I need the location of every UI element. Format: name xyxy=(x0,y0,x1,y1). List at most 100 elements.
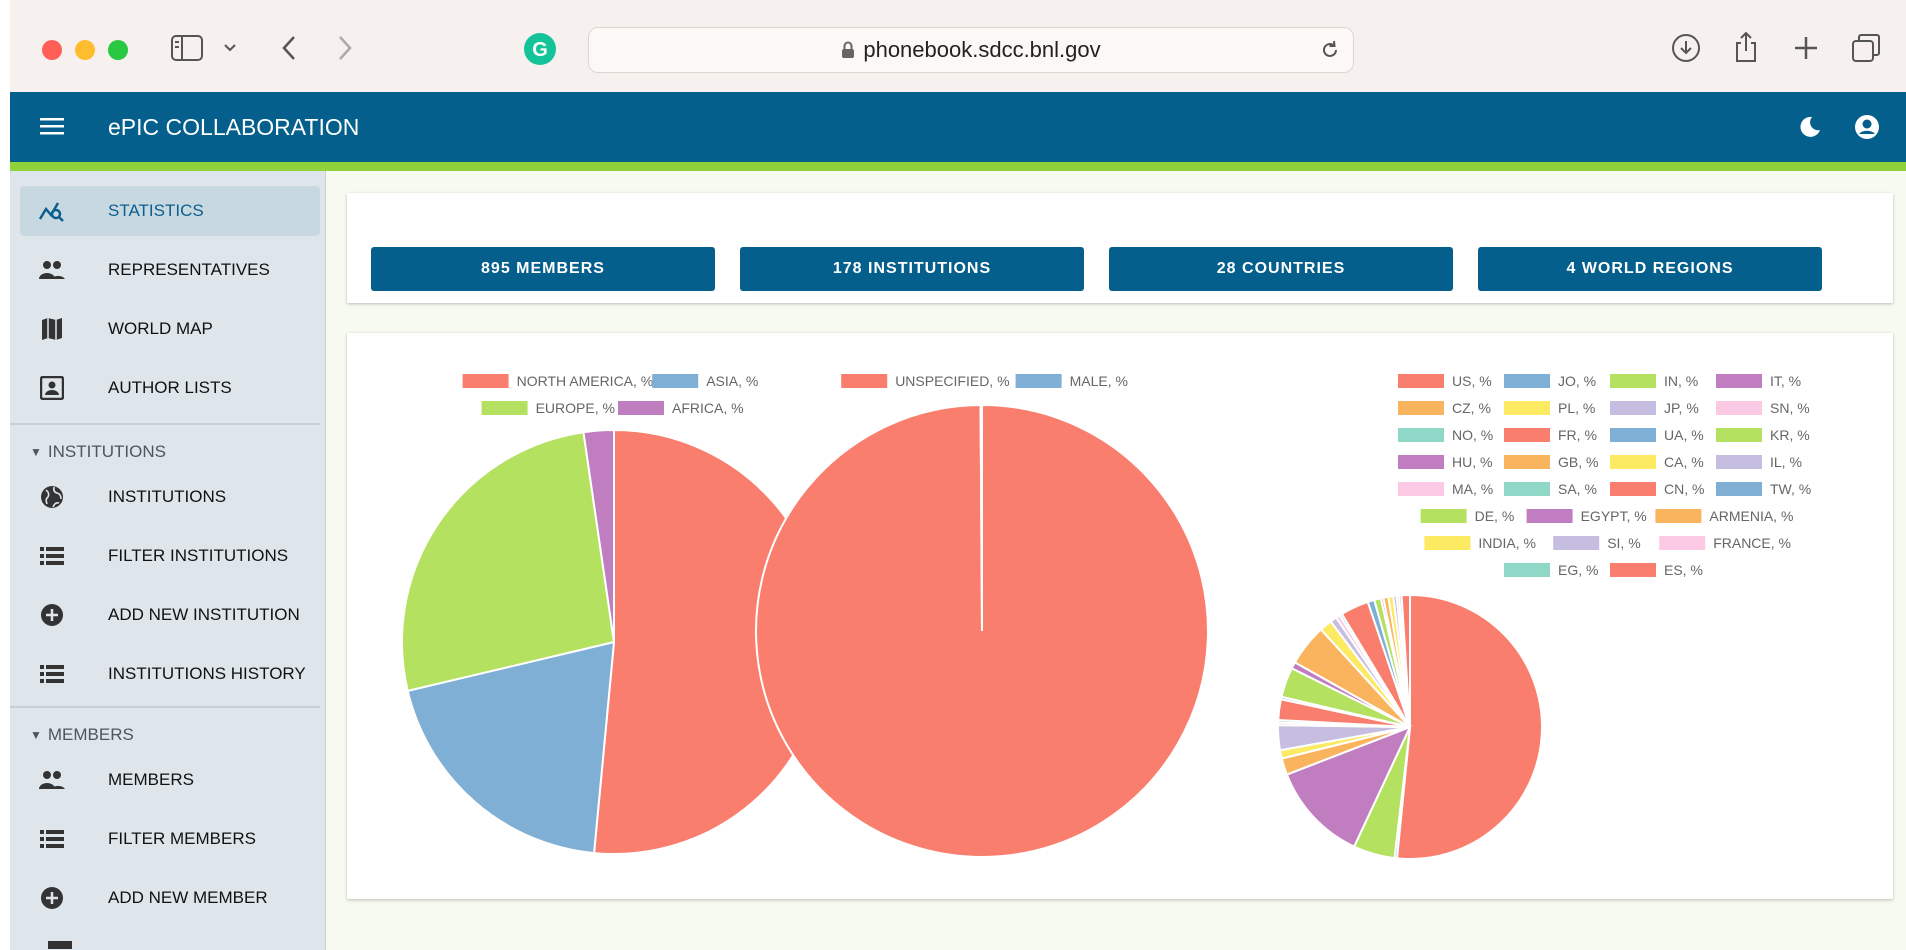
legend-swatch xyxy=(1610,374,1656,388)
sidebar-item-label: WORLD MAP xyxy=(108,319,213,338)
gender-pie-chart: UNSPECIFIED, % MALE, % xyxy=(755,373,1209,858)
add-icon xyxy=(38,884,66,912)
countries-count-button[interactable]: 28 COUNTRIES xyxy=(1109,247,1453,291)
sidebar-item-statistics[interactable]: STATISTICS xyxy=(20,186,320,236)
legend-swatch xyxy=(618,401,664,415)
reload-icon[interactable] xyxy=(1319,39,1341,61)
legend-item-label[interactable]: UNSPECIFIED, % xyxy=(895,373,1009,389)
pie-slice[interactable] xyxy=(1395,593,1543,860)
legend-item-label[interactable]: UA, % xyxy=(1664,427,1704,443)
legend-item-label[interactable]: PL, % xyxy=(1558,400,1595,416)
legend-item-label[interactable]: IT, % xyxy=(1770,373,1801,389)
legend-item-label[interactable]: FRANCE, % xyxy=(1713,535,1791,551)
sidebar-item-institutions-history[interactable]: INSTITUTIONS HISTORY xyxy=(20,649,320,699)
institutions-section-header[interactable]: ▼ INSTITUTIONS xyxy=(30,437,320,467)
legend-item-label[interactable]: DE, % xyxy=(1475,508,1515,524)
members-count-button[interactable]: 895 MEMBERS xyxy=(371,247,715,291)
legend-item-label[interactable]: US, % xyxy=(1452,373,1492,389)
app-title: ePIC COLLABORATION xyxy=(108,114,360,140)
downloads-icon[interactable] xyxy=(1670,32,1702,64)
sidebar-item-add-new-member[interactable]: ADD NEW MEMBER xyxy=(20,873,320,923)
dark-mode-icon[interactable] xyxy=(1796,114,1822,140)
legend-item-label[interactable]: CN, % xyxy=(1664,481,1704,497)
legend-swatch xyxy=(1716,455,1762,469)
sidebar-item-members[interactable]: MEMBERS xyxy=(20,755,320,805)
legend-item-label[interactable]: ARMENIA, % xyxy=(1709,508,1793,524)
legend-item-label[interactable]: ES, % xyxy=(1664,562,1703,578)
legend-item-label[interactable]: CA, % xyxy=(1664,454,1704,470)
legend-item-label[interactable]: KR, % xyxy=(1770,427,1810,443)
legend-item-label[interactable]: ASIA, % xyxy=(706,373,758,389)
sidebar-item-add-new-institution[interactable]: ADD NEW INSTITUTION xyxy=(20,590,320,640)
legend-item-label[interactable]: IL, % xyxy=(1770,454,1802,470)
grammarly-icon[interactable]: G xyxy=(523,32,557,66)
list-icon xyxy=(38,660,66,688)
sidebar-divider xyxy=(10,423,320,425)
sidebar-item-representatives[interactable]: REPRESENTATIVES xyxy=(20,245,320,295)
institutions-count-button[interactable]: 178 INSTITUTIONS xyxy=(740,247,1084,291)
add-icon xyxy=(38,601,66,629)
sidebar-toggle-icon[interactable] xyxy=(170,34,204,62)
sidebar-item-label: FILTER MEMBERS xyxy=(108,829,256,848)
forward-icon[interactable] xyxy=(332,32,358,64)
legend-swatch xyxy=(1716,482,1762,496)
legend-swatch xyxy=(652,374,699,388)
sidebar-item-label: FILTER INSTITUTIONS xyxy=(108,546,289,565)
close-window-button[interactable] xyxy=(42,40,62,60)
legend-item-label[interactable]: SI, % xyxy=(1607,535,1640,551)
legend-item-label[interactable]: EGYPT, % xyxy=(1581,508,1647,524)
address-bar[interactable]: phonebook.sdcc.bnl.gov xyxy=(588,27,1354,73)
statistics-icon xyxy=(38,197,66,225)
sidebar-item-label: INSTITUTIONS HISTORY xyxy=(108,664,306,683)
legend-swatch xyxy=(1424,536,1471,550)
legend-swatch xyxy=(1526,509,1573,523)
legend-item-label[interactable]: NORTH AMERICA, % xyxy=(517,373,654,389)
legend-item-label[interactable]: GB, % xyxy=(1558,454,1598,470)
menu-icon[interactable] xyxy=(40,116,64,138)
legend-swatch xyxy=(1610,482,1656,496)
legend-item-label[interactable]: CZ, % xyxy=(1452,400,1491,416)
sidebar-item-label: AUTHOR LISTS xyxy=(108,378,232,397)
sidebar-item-institutions[interactable]: INSTITUTIONS xyxy=(20,472,320,522)
legend-item-label[interactable]: JP, % xyxy=(1664,400,1699,416)
legend-item-label[interactable]: FR, % xyxy=(1558,427,1597,443)
sidebar-item-label: STATISTICS xyxy=(108,201,204,220)
url-text: phonebook.sdcc.bnl.gov xyxy=(863,37,1101,62)
sidebar-item-author-lists[interactable]: AUTHOR LISTS xyxy=(20,363,320,413)
legend-item-label[interactable]: IN, % xyxy=(1664,373,1698,389)
zoom-window-button[interactable] xyxy=(108,40,128,60)
new-tab-icon[interactable] xyxy=(1792,34,1820,62)
legend-item-label[interactable]: EG, % xyxy=(1558,562,1598,578)
legend-item-label[interactable]: JO, % xyxy=(1558,373,1596,389)
members-section-header[interactable]: ▼ MEMBERS xyxy=(30,720,320,750)
svg-text:G: G xyxy=(532,39,548,61)
tab-overview-icon[interactable] xyxy=(1850,32,1882,64)
main-content: 895 MEMBERS 178 INSTITUTIONS 28 COUNTRIE… xyxy=(326,171,1906,950)
account-icon[interactable] xyxy=(1854,114,1880,140)
sidebar-item-filter-institutions[interactable]: FILTER INSTITUTIONS xyxy=(20,531,320,581)
legend-swatch xyxy=(841,374,888,388)
legend-swatch xyxy=(1610,455,1656,469)
legend-item-label[interactable]: SN, % xyxy=(1770,400,1810,416)
legend-item-label[interactable]: AFRICA, % xyxy=(672,400,744,416)
back-icon[interactable] xyxy=(276,32,302,64)
legend-item-label[interactable]: TW, % xyxy=(1770,481,1811,497)
legend-item-label[interactable]: MALE, % xyxy=(1070,373,1128,389)
pie-slice[interactable] xyxy=(979,403,983,632)
legend-item-label[interactable]: NO, % xyxy=(1452,427,1493,443)
legend-swatch xyxy=(1504,455,1550,469)
legend-item-label[interactable]: EUROPE, % xyxy=(536,400,615,416)
lock-icon xyxy=(841,41,855,59)
legend-item-label[interactable]: INDIA, % xyxy=(1478,535,1536,551)
chevron-down-icon[interactable] xyxy=(220,38,240,58)
sidebar-item-filter-members[interactable]: FILTER MEMBERS xyxy=(20,814,320,864)
legend-item-label[interactable]: MA, % xyxy=(1452,481,1493,497)
share-icon[interactable] xyxy=(1730,30,1762,64)
sidebar-item-world-map[interactable]: WORLD MAP xyxy=(20,304,320,354)
legend-swatch xyxy=(1655,509,1702,523)
legend-item-label[interactable]: HU, % xyxy=(1452,454,1492,470)
legend-item-label[interactable]: SA, % xyxy=(1558,481,1597,497)
regions-count-button[interactable]: 4 WORLD REGIONS xyxy=(1478,247,1822,291)
section-label: INSTITUTIONS xyxy=(47,442,166,461)
minimize-window-button[interactable] xyxy=(75,40,95,60)
